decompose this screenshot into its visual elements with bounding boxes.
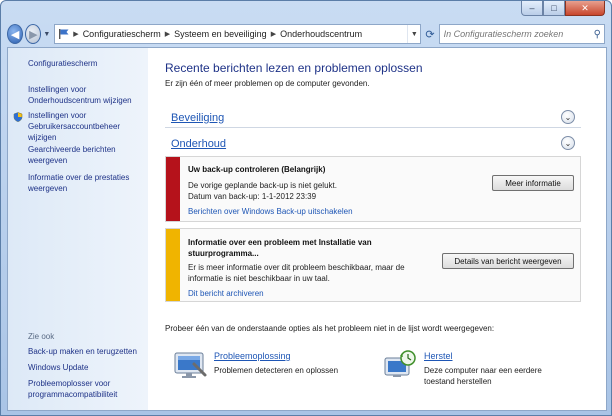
see-also-heading: Zie ook	[28, 332, 55, 341]
address-dropdown-button[interactable]: ▼	[407, 25, 420, 43]
chevron-down-icon[interactable]: ⌄	[561, 136, 575, 150]
message-text: Datum van back-up: 1-1-2012 23:39	[188, 192, 317, 201]
message-text: De vorige geplande back-up is niet geluk…	[188, 181, 337, 190]
chevron-down-icon[interactable]: ⌄	[561, 110, 575, 124]
sidebar-item-action-center-settings[interactable]: Instellingen voor Onderhoudscentrum wijz…	[28, 84, 144, 106]
search-icon[interactable]: ⚲	[594, 29, 601, 40]
address-bar[interactable]: ▶ Configuratiescherm ▶ Systeem en beveil…	[54, 24, 422, 44]
section-security[interactable]: Beveiliging ⌄	[165, 108, 581, 128]
refresh-button[interactable]: ⟳	[421, 24, 438, 44]
breadcrumb-action-center[interactable]: Onderhoudscentrum	[280, 29, 362, 39]
minimize-button[interactable]: ‒	[521, 1, 543, 16]
arrow-right-icon: ▶	[29, 28, 38, 41]
troubleshoot-icon	[174, 352, 207, 378]
see-also-windows-update[interactable]: Windows Update	[28, 362, 146, 373]
back-button[interactable]: ◀	[7, 24, 24, 44]
refresh-icon: ⟳	[425, 28, 435, 41]
sidebar-item-uac-settings[interactable]: Instellingen voor Gebruikersaccountbehee…	[28, 110, 144, 143]
more-info-button[interactable]: Meer informatie	[492, 175, 574, 191]
section-maintenance[interactable]: Onderhoud ⌄	[165, 134, 581, 154]
option-recovery[interactable]: Herstel Deze computer naar een eerdere t…	[382, 350, 572, 390]
window: ‒ □ ✕ ◀ ▶ ▼ ▶ Configuratiescherm ▶ Syste…	[0, 0, 612, 416]
message-link[interactable]: Dit bericht archiveren	[188, 289, 264, 298]
options-intro: Probeer één van de onderstaande opties a…	[165, 324, 495, 333]
arrow-left-icon: ◀	[10, 28, 20, 41]
breadcrumb-separator: ▶	[270, 31, 277, 38]
search-input[interactable]	[443, 29, 594, 39]
message-title: Uw back-up controleren (Belangrijk)	[188, 165, 326, 174]
navigation-bar: ◀ ▶ ▼ ▶ Configuratiescherm ▶ Systeem en …	[7, 23, 605, 45]
page-title: Recente berichten lezen en problemen opl…	[165, 61, 423, 75]
forward-button[interactable]: ▶	[25, 24, 42, 44]
section-maintenance-label[interactable]: Onderhoud	[171, 138, 226, 150]
message-backup: Uw back-up controleren (Belangrijk) De v…	[165, 156, 581, 222]
breadcrumb-separator: ▶	[73, 31, 79, 38]
section-security-label[interactable]: Beveiliging	[171, 112, 224, 124]
sidebar-item-archived-messages[interactable]: Gearchiveerde berichten weergeven	[28, 144, 144, 166]
message-severity-stripe	[166, 229, 180, 301]
close-button[interactable]: ✕	[565, 1, 605, 16]
control-panel-flag-icon	[59, 29, 69, 39]
option-troubleshooting[interactable]: Probleemoplossing Problemen detecteren e…	[172, 350, 362, 390]
caption-buttons: ‒ □ ✕	[521, 1, 605, 16]
uac-shield-icon	[13, 112, 23, 122]
search-box: ⚲	[438, 24, 605, 44]
message-severity-stripe	[166, 157, 180, 221]
content-area: Configuratiescherm Instellingen voor Ond…	[7, 47, 607, 411]
option-description: Problemen detecteren en oplossen	[214, 366, 339, 375]
see-also-compat-troubleshooter[interactable]: Probleemoplosser voor programmacompatibi…	[28, 378, 146, 400]
main-panel: Recente berichten lezen en problemen opl…	[148, 48, 606, 410]
message-link[interactable]: Berichten over Windows Back-up uitschake…	[188, 207, 353, 216]
recent-pages-dropdown[interactable]: ▼	[43, 31, 51, 38]
breadcrumb-control-panel[interactable]: Configuratiescherm	[83, 29, 161, 39]
view-message-details-button[interactable]: Details van bericht weergeven	[442, 253, 574, 269]
message-title: Informatie over een probleem met Install…	[188, 238, 372, 258]
sidebar-item-performance-info[interactable]: Informatie over de prestaties weergeven	[28, 172, 144, 194]
maximize-button[interactable]: □	[543, 1, 565, 16]
message-driver: Informatie over een probleem met Install…	[165, 228, 581, 302]
option-description: Deze computer naar een eerdere toestand …	[424, 366, 542, 386]
sidebar-home-link[interactable]: Configuratiescherm	[28, 58, 144, 69]
sidebar: Configuratiescherm Instellingen voor Ond…	[8, 48, 148, 410]
breadcrumb-separator: ▶	[164, 31, 171, 38]
page-subtitle: Er zijn één of meer problemen op de comp…	[165, 79, 370, 88]
see-also-backup[interactable]: Back-up maken en terugzetten	[28, 346, 146, 357]
breadcrumb-system-security[interactable]: Systeem en beveiliging	[174, 29, 267, 39]
option-label[interactable]: Herstel	[424, 351, 453, 361]
restore-icon	[384, 350, 416, 377]
message-text: Er is meer informatie over dit probleem …	[188, 263, 405, 283]
option-label[interactable]: Probleemoplossing	[214, 351, 291, 361]
